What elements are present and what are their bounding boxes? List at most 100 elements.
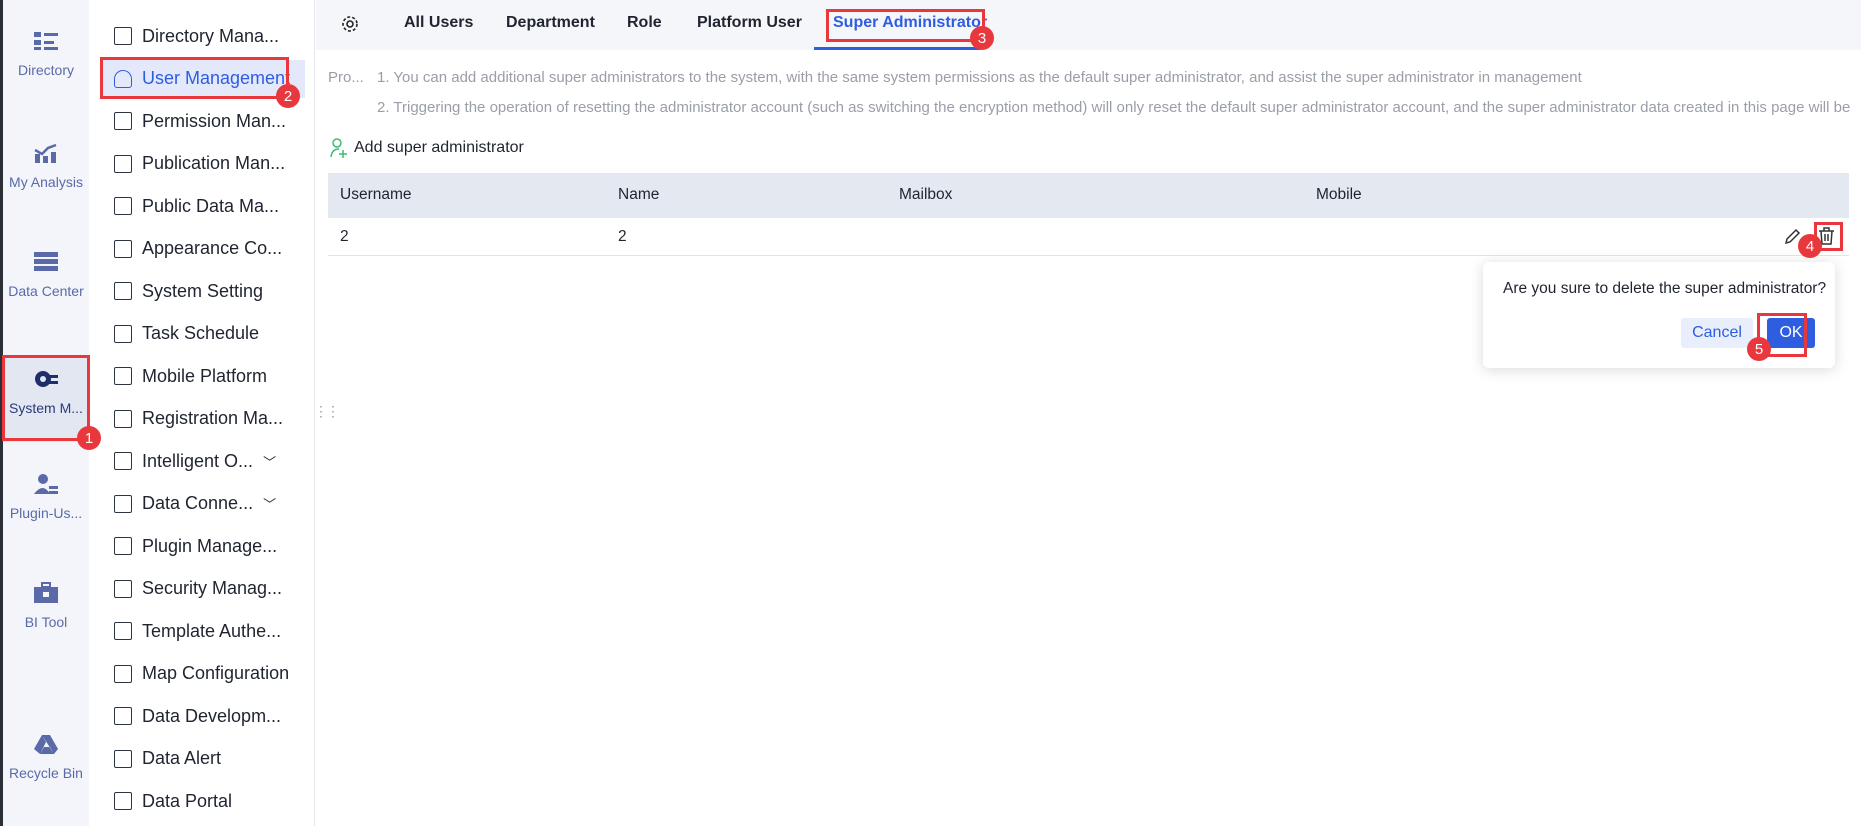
- step-badge: 3: [970, 26, 994, 50]
- data-portal-icon: [114, 792, 132, 810]
- security-management-icon: [114, 579, 132, 598]
- sidebar-item-user-management[interactable]: User Management: [101, 59, 305, 98]
- tip-line-2: 2. Triggering the operation of resetting…: [377, 99, 1851, 116]
- map-configuration-icon: [114, 664, 132, 683]
- sidebar-item-label: Registration Ma...: [142, 408, 284, 428]
- registration-management-icon: [114, 409, 132, 428]
- rail-label: System M...: [9, 400, 83, 416]
- sidebar-item-data-connection[interactable]: Data Conne... ﹀: [101, 485, 305, 523]
- directory-icon: [34, 32, 58, 50]
- rail-label: Recycle Bin: [9, 765, 83, 781]
- sidebar-item-label: Data Alert: [142, 748, 222, 768]
- sidebar-item-label: Public Data Ma...: [142, 195, 280, 216]
- chevron-down-icon[interactable]: ﹀: [263, 494, 276, 513]
- toolbox-icon: [34, 582, 58, 603]
- resize-handle[interactable]: ⋮⋮: [314, 404, 340, 418]
- column-header-mailbox: Mailbox: [899, 186, 953, 203]
- sidebar-item-intelligent-operation[interactable]: Intelligent O... ﹀: [101, 442, 305, 480]
- permission-management-icon: [114, 112, 132, 130]
- chevron-down-icon[interactable]: ﹀: [263, 452, 276, 471]
- tab-department[interactable]: Department: [506, 14, 595, 32]
- tab-bar: All Users Department Role Platform User …: [316, 0, 1861, 50]
- sidebar-item-label: Intelligent O...: [142, 450, 254, 471]
- confirm-question: Are you sure to delete the super adminis…: [1503, 280, 1827, 297]
- rail-label: Data Center: [8, 283, 84, 299]
- task-schedule-icon: [114, 324, 132, 343]
- add-label: Add super administrator: [354, 139, 524, 156]
- add-user-icon: [330, 138, 347, 158]
- ok-button[interactable]: OK: [1767, 318, 1815, 348]
- add-super-administrator-button[interactable]: Add super administrator: [330, 138, 524, 158]
- sidebar-item-label: System Setting: [142, 280, 264, 301]
- sidebar-item-registration-management[interactable]: Registration Ma...: [101, 400, 305, 438]
- tab-platform-user[interactable]: Platform User: [697, 14, 802, 32]
- sidebar-item-mobile-platform[interactable]: Mobile Platform: [101, 357, 305, 395]
- sidebar-item-data-portal[interactable]: Data Portal: [101, 782, 305, 820]
- sidebar-item-public-data-management[interactable]: Public Data Ma...: [101, 187, 305, 225]
- rail-item-plugin-user[interactable]: Plugin-Us...: [3, 473, 89, 561]
- rail-item-my-analysis[interactable]: My Analysis: [3, 142, 89, 230]
- sidebar-item-permission-management[interactable]: Permission Man...: [101, 102, 305, 140]
- table-row: 2 2: [328, 218, 1849, 256]
- rail-item-system-management[interactable]: System M...: [3, 356, 89, 442]
- rail-label: My Analysis: [9, 174, 83, 190]
- sidebar-item-appearance-configuration[interactable]: Appearance Co...: [101, 230, 305, 268]
- system-gear-icon: [35, 371, 58, 387]
- cell-username: 2: [340, 228, 349, 245]
- sidebar-item-label: Permission Man...: [142, 110, 287, 131]
- tips-label: Pro...: [328, 69, 364, 86]
- rail-item-directory[interactable]: Directory: [3, 30, 89, 118]
- tab-super-administrator[interactable]: Super Administrator: [833, 14, 987, 32]
- sidebar-item-data-alert[interactable]: Data Alert: [101, 740, 305, 778]
- rail-item-bi-tool[interactable]: BI Tool: [3, 582, 89, 670]
- step-badge: 4: [1798, 234, 1822, 258]
- analysis-icon: [34, 143, 57, 163]
- active-tab-indicator: [814, 47, 980, 50]
- sidebar-item-plugin-management[interactable]: Plugin Manage...: [101, 527, 305, 565]
- primary-nav-rail: Directory My Analysis Data Center System…: [0, 0, 89, 826]
- intelligent-operation-icon: [114, 452, 132, 470]
- sidebar-item-label: User Management: [142, 68, 291, 88]
- tab-all-users[interactable]: All Users: [404, 14, 473, 32]
- settings-gear-icon[interactable]: [341, 15, 359, 33]
- delete-confirm-popover: Are you sure to delete the super adminis…: [1483, 262, 1835, 368]
- data-development-icon: [114, 707, 132, 725]
- data-connection-icon: [114, 494, 132, 513]
- step-badge: 5: [1747, 337, 1771, 361]
- tab-role[interactable]: Role: [627, 14, 662, 32]
- recycle-icon: [34, 735, 58, 754]
- directory-management-icon: [114, 27, 132, 45]
- sidebar-item-label: Data Conne...: [142, 493, 254, 513]
- mobile-platform-icon: [114, 367, 132, 385]
- sidebar-item-label: Appearance Co...: [142, 238, 283, 258]
- sidebar-item-label: Publication Man...: [142, 153, 286, 173]
- step-badge: 2: [276, 84, 300, 108]
- sidebar-item-directory-management[interactable]: Directory Mana...: [101, 17, 305, 55]
- rail-item-recycle-bin[interactable]: Recycle Bin: [3, 733, 89, 821]
- column-header-mobile: Mobile: [1316, 186, 1362, 203]
- step-badge: 1: [77, 426, 101, 450]
- table-header: Username Name Mailbox Mobile: [328, 173, 1849, 218]
- plugin-user-icon: [34, 474, 58, 494]
- cell-name: 2: [618, 228, 627, 245]
- sidebar-item-publication-management[interactable]: Publication Man...: [101, 145, 305, 183]
- sidebar-item-security-management[interactable]: Security Manag...: [101, 570, 305, 608]
- cancel-button[interactable]: Cancel: [1681, 318, 1753, 348]
- data-center-icon: [34, 252, 58, 271]
- sidebar-item-label: Data Portal: [142, 790, 233, 811]
- sidebar-item-label: Mobile Platform: [142, 365, 268, 386]
- data-alert-icon: [114, 749, 132, 768]
- sidebar-item-label: Map Configuration: [142, 663, 290, 683]
- tip-line-1: 1. You can add additional super administ…: [377, 69, 1582, 86]
- system-setting-icon: [114, 282, 132, 300]
- sidebar-item-label: Template Authe...: [142, 620, 282, 641]
- column-header-name: Name: [618, 186, 660, 203]
- sidebar-item-template-authentication[interactable]: Template Authe...: [101, 612, 305, 650]
- rail-item-data-center[interactable]: Data Center: [3, 251, 89, 339]
- sidebar-item-map-configuration[interactable]: Map Configuration: [101, 655, 305, 693]
- sidebar-item-data-development[interactable]: Data Developm...: [101, 697, 305, 735]
- sidebar-item-system-setting[interactable]: System Setting: [101, 272, 305, 310]
- plugin-management-icon: [114, 537, 132, 555]
- rail-label: Plugin-Us...: [9, 505, 83, 521]
- sidebar-item-task-schedule[interactable]: Task Schedule: [101, 315, 305, 353]
